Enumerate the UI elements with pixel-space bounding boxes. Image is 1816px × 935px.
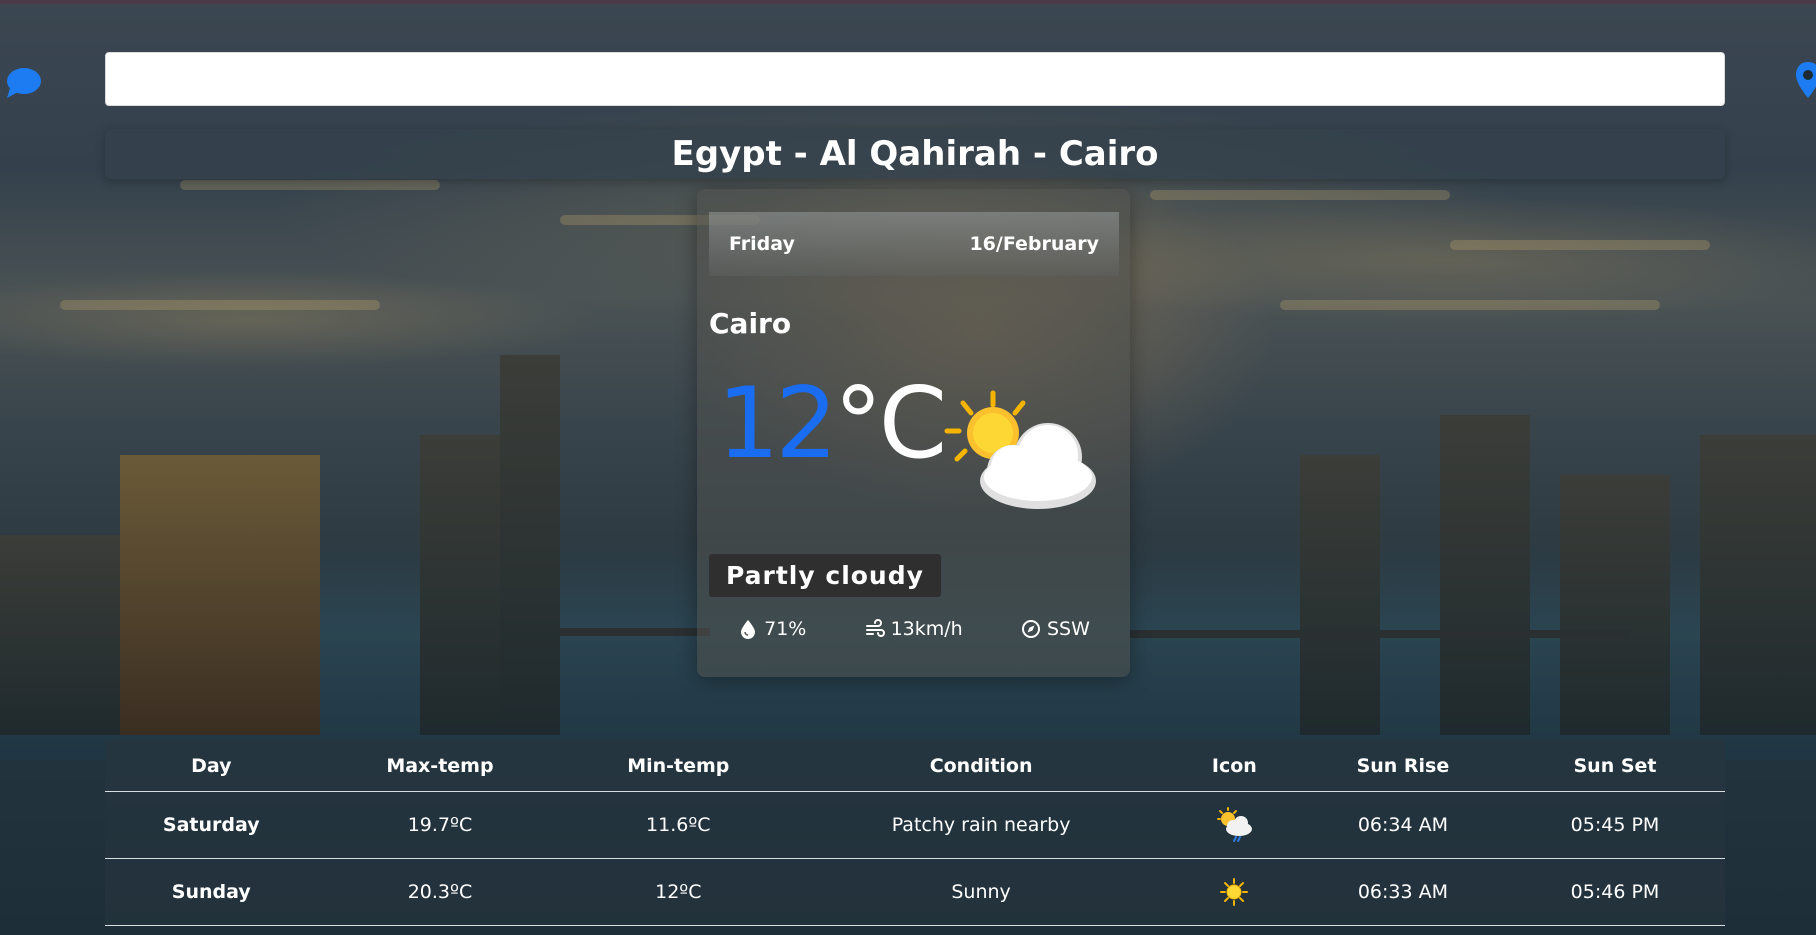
sunny-icon — [1220, 878, 1249, 906]
location-pin-icon[interactable] — [1796, 62, 1816, 102]
wind-metric: 13km/h — [865, 618, 963, 640]
current-day: Friday — [729, 233, 795, 255]
col-sunset: Sun Set — [1505, 740, 1725, 792]
row-max-temp: 20.3ºC — [317, 858, 563, 926]
partly-cloudy-icon — [943, 389, 1103, 509]
current-metrics: 71% 13km/h SSW — [709, 609, 1119, 649]
table-header-row: Day Max-temp Min-temp Condition Icon Sun… — [105, 740, 1725, 792]
location-title: Egypt - Al Qahirah - Cairo — [671, 134, 1159, 174]
col-condition: Condition — [794, 740, 1168, 792]
row-sunrise: 06:33 AM — [1300, 858, 1505, 926]
humidity-value: 71% — [764, 618, 807, 640]
row-min-temp: 12ºC — [562, 858, 795, 926]
current-date: 16/February — [969, 233, 1099, 255]
wind-direction-value: SSW — [1046, 618, 1090, 640]
wind-icon — [865, 619, 885, 637]
row-sunset: 05:46 PM — [1505, 858, 1725, 926]
location-title-bar: Egypt - Al Qahirah - Cairo — [105, 129, 1725, 179]
chat-icon[interactable] — [4, 66, 42, 100]
row-sunset: 05:45 PM — [1505, 791, 1725, 859]
col-min-temp: Min-temp — [562, 740, 795, 792]
row-condition: Patchy rain nearby — [794, 791, 1168, 859]
current-weather-card: Friday 16/February Cairo 12°C Partly clo… — [697, 189, 1130, 677]
current-condition-label: Partly cloudy — [709, 554, 941, 597]
humidity-metric: 71% — [738, 618, 806, 640]
col-sunrise: Sun Rise — [1300, 740, 1505, 792]
patchy-rain-icon — [1217, 807, 1253, 842]
row-day: Sunday — [105, 858, 318, 926]
row-icon-cell — [1167, 858, 1301, 926]
card-header: Friday 16/February — [709, 212, 1119, 276]
search-input[interactable] — [105, 52, 1725, 106]
wind-speed-value: 13km/h — [890, 618, 963, 640]
row-day: Saturday — [105, 791, 318, 859]
top-edge-bar — [0, 0, 1816, 4]
col-max-temp: Max-temp — [317, 740, 563, 792]
row-min-temp: 11.6ºC — [562, 791, 795, 859]
current-city: Cairo — [709, 307, 792, 340]
current-temperature: 12°C — [717, 375, 947, 473]
table-row: Sunday 20.3ºC 12ºC Sunny 06:33 AM 05:46 … — [105, 858, 1725, 926]
row-max-temp: 19.7ºC — [317, 791, 563, 859]
wind-direction-metric: SSW — [1021, 618, 1090, 640]
row-icon-cell — [1167, 791, 1301, 859]
temperature-unit: °C — [833, 367, 947, 481]
row-condition: Sunny — [794, 858, 1168, 926]
forecast-table: Day Max-temp Min-temp Condition Icon Sun… — [105, 740, 1725, 926]
temperature-value: 12 — [717, 367, 838, 481]
col-icon: Icon — [1167, 740, 1301, 792]
table-row: Saturday 19.7ºC 11.6ºC Patchy rain nearb… — [105, 791, 1725, 859]
droplet-icon — [741, 620, 756, 639]
compass-icon — [1021, 620, 1040, 638]
row-sunrise: 06:34 AM — [1300, 791, 1505, 859]
col-day: Day — [105, 740, 318, 792]
